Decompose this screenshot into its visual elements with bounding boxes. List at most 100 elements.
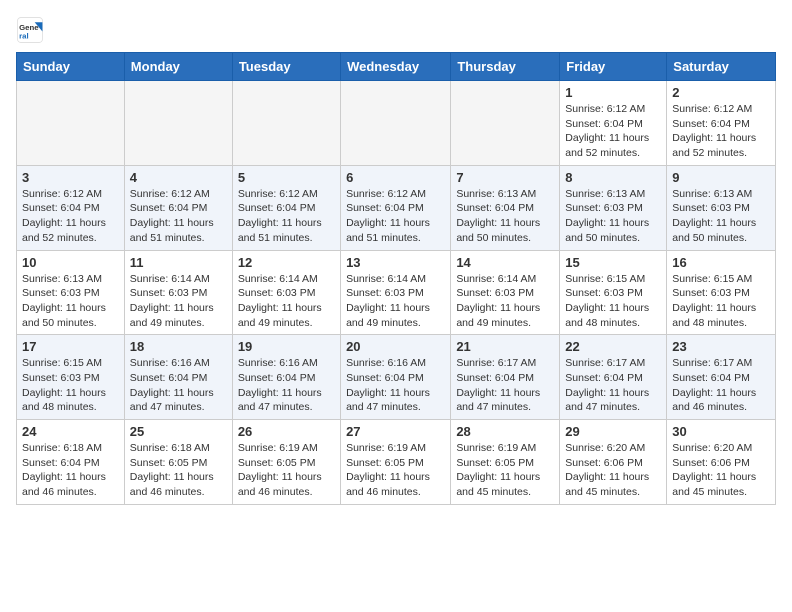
day-info: Sunrise: 6:15 AMSunset: 6:03 PMDaylight:… — [22, 356, 119, 415]
header-monday: Monday — [124, 53, 232, 81]
day-info: Sunrise: 6:16 AMSunset: 6:04 PMDaylight:… — [130, 356, 227, 415]
day-number: 24 — [22, 424, 119, 439]
header-friday: Friday — [560, 53, 667, 81]
day-number: 5 — [238, 170, 335, 185]
calendar-cell: 30Sunrise: 6:20 AMSunset: 6:06 PMDayligh… — [667, 420, 776, 505]
day-info: Sunrise: 6:16 AMSunset: 6:04 PMDaylight:… — [238, 356, 335, 415]
svg-text:ral: ral — [19, 32, 29, 41]
calendar-cell: 7 Sunrise: 6:13 AMSunset: 6:04 PMDaylight… — [451, 165, 560, 250]
header-thursday: Thursday — [451, 53, 560, 81]
calendar-cell: 10 Sunrise: 6:13 AMSunset: 6:03 PMDayligh… — [17, 250, 125, 335]
day-number: 14 — [456, 255, 554, 270]
calendar-cell — [451, 81, 560, 166]
day-info: Sunrise: 6:14 AMSunset: 6:03 PMDaylight:… — [238, 272, 335, 331]
calendar-header-row: SundayMondayTuesdayWednesdayThursdayFrid… — [17, 53, 776, 81]
calendar-cell: 3 Sunrise: 6:12 AMSunset: 6:04 PMDaylight… — [17, 165, 125, 250]
day-info: Sunrise: 6:15 AMSunset: 6:03 PMDaylight:… — [672, 272, 770, 331]
day-number: 22 — [565, 339, 661, 354]
day-info: Sunrise: 6:18 AMSunset: 6:04 PMDaylight:… — [22, 441, 119, 500]
day-info: Sunrise: 6:17 AMSunset: 6:04 PMDaylight:… — [565, 356, 661, 415]
logo: Gene ral — [16, 16, 48, 44]
calendar-cell: 14 Sunrise: 6:14 AMSunset: 6:03 PMDayligh… — [451, 250, 560, 335]
calendar-cell: 16 Sunrise: 6:15 AMSunset: 6:03 PMDayligh… — [667, 250, 776, 335]
day-info: Sunrise: 6:14 AMSunset: 6:03 PMDaylight:… — [130, 272, 227, 331]
header-sunday: Sunday — [17, 53, 125, 81]
day-number: 19 — [238, 339, 335, 354]
day-number: 25 — [130, 424, 227, 439]
day-info: Sunrise: 6:13 AMSunset: 6:03 PMDaylight:… — [565, 187, 661, 246]
calendar-cell: 8 Sunrise: 6:13 AMSunset: 6:03 PMDaylight… — [560, 165, 667, 250]
calendar-cell: 24 Sunrise: 6:18 AMSunset: 6:04 PMDayligh… — [17, 420, 125, 505]
day-info: Sunrise: 6:17 AMSunset: 6:04 PMDaylight:… — [456, 356, 554, 415]
header-tuesday: Tuesday — [232, 53, 340, 81]
calendar-week-row: 10 Sunrise: 6:13 AMSunset: 6:03 PMDayligh… — [17, 250, 776, 335]
day-info: Sunrise: 6:12 AMSunset: 6:04 PMDaylight:… — [565, 102, 661, 161]
calendar-cell: 26Sunrise: 6:19 AMSunset: 6:05 PMDayligh… — [232, 420, 340, 505]
day-number: 27 — [346, 424, 445, 439]
day-info: Sunrise: 6:19 AMSunset: 6:05 PMDaylight:… — [456, 441, 554, 500]
day-number: 7 — [456, 170, 554, 185]
calendar-cell — [124, 81, 232, 166]
day-info: Sunrise: 6:18 AMSunset: 6:05 PMDaylight:… — [130, 441, 227, 500]
day-info: Sunrise: 6:16 AMSunset: 6:04 PMDaylight:… — [346, 356, 445, 415]
page-header: Gene ral — [16, 16, 776, 44]
day-info: Sunrise: 6:17 AMSunset: 6:04 PMDaylight:… — [672, 356, 770, 415]
day-info: Sunrise: 6:12 AMSunset: 6:04 PMDaylight:… — [22, 187, 119, 246]
calendar-cell: 9 Sunrise: 6:13 AMSunset: 6:03 PMDaylight… — [667, 165, 776, 250]
calendar-week-row: 24 Sunrise: 6:18 AMSunset: 6:04 PMDayligh… — [17, 420, 776, 505]
calendar-cell: 22 Sunrise: 6:17 AMSunset: 6:04 PMDayligh… — [560, 335, 667, 420]
day-number: 30 — [672, 424, 770, 439]
svg-text:Gene: Gene — [19, 23, 39, 32]
calendar-cell: 18 Sunrise: 6:16 AMSunset: 6:04 PMDayligh… — [124, 335, 232, 420]
day-info: Sunrise: 6:20 AMSunset: 6:06 PMDaylight:… — [565, 441, 661, 500]
day-number: 20 — [346, 339, 445, 354]
calendar-cell — [341, 81, 451, 166]
day-number: 9 — [672, 170, 770, 185]
day-number: 26 — [238, 424, 335, 439]
day-info: Sunrise: 6:12 AMSunset: 6:04 PMDaylight:… — [238, 187, 335, 246]
day-info: Sunrise: 6:13 AMSunset: 6:03 PMDaylight:… — [672, 187, 770, 246]
day-info: Sunrise: 6:13 AMSunset: 6:03 PMDaylight:… — [22, 272, 119, 331]
day-number: 1 — [565, 85, 661, 100]
day-number: 12 — [238, 255, 335, 270]
calendar-cell: 27 Sunrise: 6:19 AMSunset: 6:05 PMDayligh… — [341, 420, 451, 505]
calendar-cell: 19 Sunrise: 6:16 AMSunset: 6:04 PMDayligh… — [232, 335, 340, 420]
day-info: Sunrise: 6:13 AMSunset: 6:04 PMDaylight:… — [456, 187, 554, 246]
calendar: SundayMondayTuesdayWednesdayThursdayFrid… — [16, 52, 776, 505]
calendar-cell: 21 Sunrise: 6:17 AMSunset: 6:04 PMDayligh… — [451, 335, 560, 420]
day-number: 8 — [565, 170, 661, 185]
day-number: 3 — [22, 170, 119, 185]
day-number: 6 — [346, 170, 445, 185]
day-number: 18 — [130, 339, 227, 354]
calendar-cell: 12 Sunrise: 6:14 AMSunset: 6:03 PMDayligh… — [232, 250, 340, 335]
calendar-cell: 29 Sunrise: 6:20 AMSunset: 6:06 PMDayligh… — [560, 420, 667, 505]
calendar-week-row: 1 Sunrise: 6:12 AMSunset: 6:04 PMDaylight… — [17, 81, 776, 166]
day-number: 2 — [672, 85, 770, 100]
calendar-cell: 5 Sunrise: 6:12 AMSunset: 6:04 PMDaylight… — [232, 165, 340, 250]
day-number: 10 — [22, 255, 119, 270]
calendar-cell: 20 Sunrise: 6:16 AMSunset: 6:04 PMDayligh… — [341, 335, 451, 420]
day-info: Sunrise: 6:14 AMSunset: 6:03 PMDaylight:… — [456, 272, 554, 331]
logo-icon: Gene ral — [16, 16, 44, 44]
calendar-cell: 6 Sunrise: 6:12 AMSunset: 6:04 PMDaylight… — [341, 165, 451, 250]
day-info: Sunrise: 6:12 AMSunset: 6:04 PMDaylight:… — [346, 187, 445, 246]
day-number: 15 — [565, 255, 661, 270]
day-number: 29 — [565, 424, 661, 439]
calendar-cell: 1 Sunrise: 6:12 AMSunset: 6:04 PMDaylight… — [560, 81, 667, 166]
calendar-cell: 4Sunrise: 6:12 AMSunset: 6:04 PMDaylight… — [124, 165, 232, 250]
day-info: Sunrise: 6:12 AMSunset: 6:04 PMDaylight:… — [672, 102, 770, 161]
calendar-cell: 13Sunrise: 6:14 AMSunset: 6:03 PMDayligh… — [341, 250, 451, 335]
calendar-cell — [17, 81, 125, 166]
day-number: 21 — [456, 339, 554, 354]
day-number: 16 — [672, 255, 770, 270]
calendar-cell: 15 Sunrise: 6:15 AMSunset: 6:03 PMDayligh… — [560, 250, 667, 335]
calendar-cell — [232, 81, 340, 166]
header-saturday: Saturday — [667, 53, 776, 81]
day-info: Sunrise: 6:19 AMSunset: 6:05 PMDaylight:… — [346, 441, 445, 500]
day-number: 17 — [22, 339, 119, 354]
day-number: 28 — [456, 424, 554, 439]
day-number: 11 — [130, 255, 227, 270]
calendar-cell: 25 Sunrise: 6:18 AMSunset: 6:05 PMDayligh… — [124, 420, 232, 505]
day-info: Sunrise: 6:15 AMSunset: 6:03 PMDaylight:… — [565, 272, 661, 331]
header-wednesday: Wednesday — [341, 53, 451, 81]
